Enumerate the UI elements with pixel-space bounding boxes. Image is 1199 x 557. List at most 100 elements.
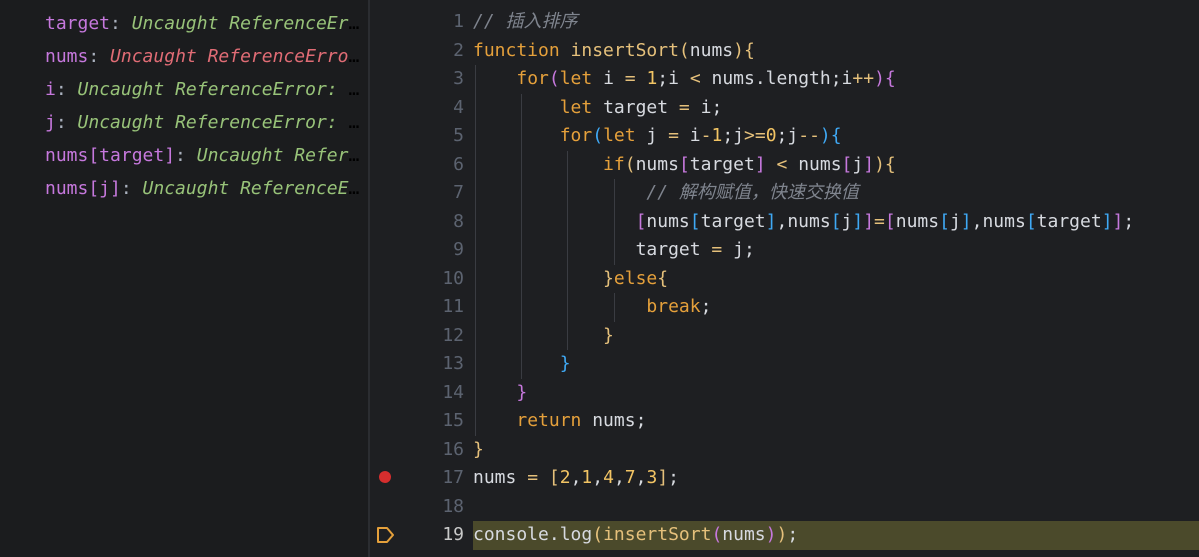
code-line[interactable]: 1 // 插入排序: [370, 8, 1199, 37]
code-token: ;: [1123, 210, 1135, 232]
code-token: [: [830, 210, 842, 232]
code-editor[interactable]: 1// 插入排序 2 function insertSort(nums){3 for…: [370, 0, 1199, 557]
line-number[interactable]: 10: [400, 265, 464, 293]
watch-expression[interactable]: nums[j]: Uncaught ReferenceError: nums i…: [45, 176, 367, 202]
code-token: }: [559, 353, 571, 374]
watch-separator: :: [55, 112, 78, 133]
code-text: break;: [473, 293, 1199, 322]
code-token: 4: [603, 467, 614, 488]
code-line[interactable]: 19 console.log(insertSort(nums));: [370, 521, 1199, 550]
code-token: insertSort: [603, 524, 712, 545]
code-line[interactable]: 12 }: [370, 322, 1199, 351]
line-number[interactable]: 16: [400, 436, 464, 464]
line-number[interactable]: 19: [400, 521, 464, 549]
code-token: (: [678, 39, 690, 61]
code-line[interactable]: 3 for(let i = 1;i < nums.length;i++){: [370, 65, 1199, 94]
line-number[interactable]: 4: [400, 94, 464, 122]
line-number[interactable]: 11: [400, 293, 464, 321]
code-token: i;: [700, 96, 723, 118]
code-token: ,: [570, 467, 582, 488]
code-token: j;: [733, 239, 755, 260]
code-line[interactable]: 9 target = j;: [370, 236, 1199, 265]
code-token: [: [841, 153, 853, 175]
code-line[interactable]: 16}: [370, 436, 1199, 465]
watch-expression[interactable]: i: Uncaught ReferenceError: i is not def…: [45, 77, 367, 103]
code-text: for(let i = 1;i < nums.length;i++){: [473, 65, 1199, 94]
line-number[interactable]: 18: [400, 493, 464, 521]
code-line[interactable]: 15 return nums;: [370, 407, 1199, 436]
code-token: ,nums: [971, 210, 1026, 232]
watch-expression[interactable]: j: Uncaught ReferenceError: j is not def…: [45, 110, 367, 136]
watch-separator: :: [120, 178, 143, 199]
watch-expression[interactable]: target: Uncaught ReferenceError: target …: [45, 11, 367, 37]
code-line[interactable]: 10 }else{: [370, 265, 1199, 294]
code-line[interactable]: 13 }: [370, 350, 1199, 379]
code-token: j: [841, 210, 853, 232]
code-token: ,: [613, 467, 625, 488]
line-number[interactable]: 17: [400, 464, 464, 492]
code-line[interactable]: 5 for(let j = i-1;j>=0;j--){: [370, 122, 1199, 151]
code-line[interactable]: 14 }: [370, 379, 1199, 408]
code-line[interactable]: 8 [nums[target],nums[j]]=[nums[j],nums[t…: [370, 208, 1199, 237]
line-number[interactable]: 8: [400, 208, 464, 236]
line-number[interactable]: 2: [400, 37, 464, 65]
code-token: ): [733, 39, 744, 61]
line-number[interactable]: 13: [400, 350, 464, 378]
line-number[interactable]: 7: [400, 179, 464, 207]
code-token: [: [635, 210, 647, 232]
line-number[interactable]: 9: [400, 236, 464, 264]
code-token: 7: [624, 467, 636, 488]
line-number[interactable]: 6: [400, 151, 464, 179]
line-number[interactable]: 12: [400, 322, 464, 350]
code-line[interactable]: 2 function insertSort(nums){: [370, 37, 1199, 66]
code-token: target: [603, 96, 679, 118]
code-token: (: [592, 125, 604, 146]
code-token: =: [711, 239, 734, 260]
code-token: nums: [798, 153, 842, 175]
code-token: {: [884, 68, 896, 89]
watch-expression-value: Uncaught ReferenceError: i is not define…: [77, 79, 367, 100]
code-text: if(nums[target] < nums[j]){: [473, 151, 1199, 180]
code-token: ]: [1112, 210, 1124, 232]
code-token: ]: [852, 210, 864, 232]
code-token: target: [689, 153, 755, 175]
line-number[interactable]: 14: [400, 379, 464, 407]
code-token: target: [635, 239, 712, 260]
code-line[interactable]: 7 // 解构赋值，快速交换值: [370, 179, 1199, 208]
code-line[interactable]: 6 if(nums[target] < nums[j]){: [370, 151, 1199, 180]
watch-expression[interactable]: nums[target]: Uncaught ReferenceError: n…: [45, 143, 367, 169]
code-token: return: [516, 410, 593, 431]
code-text: [nums[target],nums[j]]=[nums[j],nums[tar…: [473, 208, 1199, 237]
code-token: target: [700, 210, 766, 232]
watch-separator: :: [88, 46, 111, 67]
code-token: ]: [863, 153, 875, 175]
code-token: [: [939, 210, 950, 232]
code-token: ]: [765, 210, 777, 232]
code-line[interactable]: 11 break;: [370, 293, 1199, 322]
line-number[interactable]: 3: [400, 65, 464, 93]
code-text: let target = i;: [473, 94, 1199, 123]
line-number[interactable]: 1: [400, 8, 464, 36]
code-token: 1: [581, 467, 593, 488]
line-number[interactable]: 5: [400, 122, 464, 150]
watch-separator: :: [175, 145, 197, 166]
code-text: }: [473, 350, 1199, 379]
code-token: nums: [473, 467, 528, 488]
code-token: insertSort: [570, 39, 679, 61]
code-token: [: [884, 210, 896, 232]
code-token: ): [765, 524, 777, 545]
watch-expression-name: nums[target]: [45, 145, 176, 166]
code-line[interactable]: 4 let target = i;: [370, 94, 1199, 123]
code-line[interactable]: 17 nums = [2,1,4,7,3];: [370, 464, 1199, 493]
code-token: if: [603, 153, 625, 175]
watch-expression[interactable]: nums: Uncaught ReferenceError: nums is n…: [45, 44, 367, 70]
code-token: <: [776, 153, 799, 175]
line-number[interactable]: 15: [400, 407, 464, 435]
code-token: {: [657, 267, 669, 289]
code-line[interactable]: 18: [370, 493, 1199, 522]
code-text: }else{: [473, 265, 1199, 294]
code-token: target: [1036, 210, 1102, 232]
code-text: }: [473, 379, 1199, 408]
code-token: =: [624, 68, 647, 89]
code-text: return nums;: [473, 407, 1199, 436]
